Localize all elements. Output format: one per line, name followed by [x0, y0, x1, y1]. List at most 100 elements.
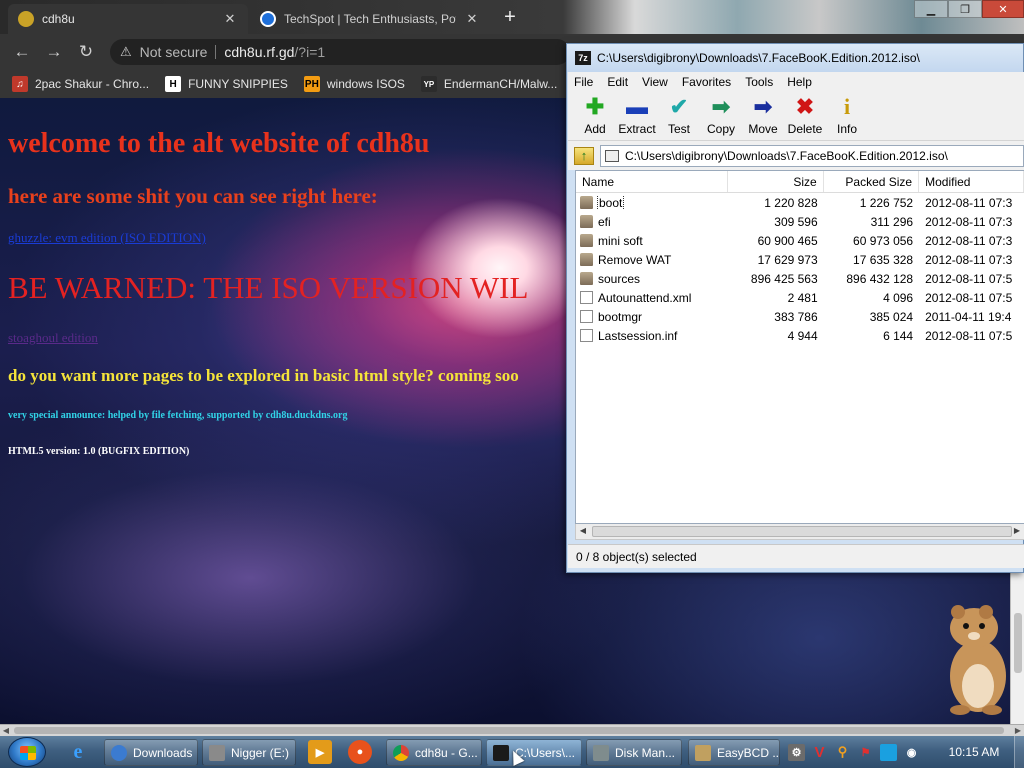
new-tab-button[interactable]: +	[500, 7, 520, 28]
more-pages-text: do you want more pages to be explored in…	[8, 366, 519, 385]
taskbar-item-disk-management[interactable]: Disk Man...	[586, 739, 682, 766]
security-label[interactable]: Not secure	[140, 44, 208, 60]
menu-edit[interactable]: Edit	[607, 75, 628, 89]
file-name: mini soft	[598, 233, 643, 248]
menu-view[interactable]: View	[642, 75, 668, 89]
column-modified[interactable]: Modified	[919, 171, 1024, 192]
page-subheading: here are some shit you can see right her…	[8, 184, 378, 208]
tab-cdh8u[interactable]: cdh8u ✕	[8, 4, 248, 34]
taskbar-item-label: Disk Man...	[615, 745, 676, 760]
7zip-title-bar[interactable]: 7z C:\Users\digibrony\Downloads\7.FaceBo…	[567, 44, 1023, 72]
delete-button[interactable]: ✖ Delete	[784, 92, 826, 140]
bookmark-windows-isos[interactable]: PH windows ISOS	[303, 76, 405, 92]
7zip-address-row: ↑ C:\Users\digibrony\Downloads\7.FaceBoo…	[568, 140, 1024, 170]
7zip-window: 7z C:\Users\digibrony\Downloads\7.FaceBo…	[566, 43, 1024, 573]
forward-arrow-icon[interactable]: →	[38, 36, 70, 68]
taskbar-item-easybcd[interactable]: EasyBCD ...	[688, 739, 780, 766]
reload-icon[interactable]: ↻	[70, 36, 102, 68]
taskbar-clock[interactable]: 10:15 AM	[936, 736, 1012, 768]
add-button[interactable]: ✚ Add	[574, 92, 616, 140]
move-label: Move	[748, 122, 778, 136]
scroll-right-icon[interactable]: ▶	[1010, 524, 1024, 538]
taskbar-item-7zip[interactable]: C:\Users\...	[486, 739, 582, 766]
menu-favorites[interactable]: Favorites	[682, 75, 731, 89]
file-list-horizontal-scrollbar[interactable]: ◀ ▶	[575, 524, 1024, 540]
tray-flag-icon[interactable]: ⚑	[857, 744, 874, 761]
tray-monitor-icon[interactable]	[880, 743, 897, 761]
menu-tools[interactable]: Tools	[745, 75, 773, 89]
bookmark-endermanch[interactable]: YP EndermanCH/Malw...	[420, 76, 557, 92]
file-size: 383 786	[774, 309, 818, 324]
close-window-icon[interactable]: ✕	[982, 0, 1024, 18]
maximize-icon[interactable]: ❐	[948, 0, 982, 18]
url-host: cdh8u.rf.gd	[224, 44, 295, 60]
file-row[interactable]: sources 896 425 563 896 432 128 2012-08-…	[576, 269, 1024, 288]
file-row[interactable]: mini soft 60 900 465 60 973 056 2012-08-…	[576, 231, 1024, 250]
tray-search-icon[interactable]: ⚲	[834, 744, 851, 761]
warning-text: BE WARNED: THE ISO VERSION WIL	[8, 270, 529, 305]
move-arrow-icon: ➡	[753, 94, 773, 119]
tab-techspot[interactable]: TechSpot | Tech Enthusiasts, Pow ✕	[250, 4, 490, 34]
bookmark-2pac[interactable]: ♫ 2pac Shakur - Chro...	[12, 76, 149, 92]
bookmark-label: windows ISOS	[326, 77, 405, 91]
info-icon: i	[843, 94, 851, 119]
info-button[interactable]: i Info	[826, 92, 868, 140]
move-button[interactable]: ➡ Move	[742, 92, 784, 140]
extract-button[interactable]: ▬ Extract	[616, 92, 658, 140]
iso-edition-link[interactable]: ghuzzle: evm edition (ISO EDITION)	[8, 230, 206, 246]
horizontal-scrollbar[interactable]: ◀ ▶	[0, 724, 1024, 736]
file-size: 1 220 828	[764, 195, 818, 210]
vertical-scrollbar[interactable]	[1010, 573, 1024, 724]
h-logo-icon: H	[165, 76, 182, 92]
file-name: Autounattend.xml	[598, 290, 692, 305]
file-size: 309 596	[774, 214, 818, 229]
file-packed-size: 896 432 128	[846, 271, 914, 286]
scroll-left-icon[interactable]: ◀	[576, 524, 590, 538]
test-button[interactable]: ✔ Test	[658, 92, 700, 140]
bookmark-funny-snippies[interactable]: H FUNNY SNIPPIES	[165, 76, 288, 92]
taskbar-item-drive[interactable]: Nigger (E:)	[202, 739, 296, 766]
media-player-icon[interactable]: ▶	[308, 740, 332, 764]
7zip-path-field[interactable]: C:\Users\digibrony\Downloads\7.FaceBooK.…	[600, 144, 1024, 167]
file-icon	[580, 291, 593, 304]
back-arrow-icon[interactable]: ←	[6, 36, 38, 68]
scrollbar-thumb[interactable]	[14, 727, 1004, 734]
file-row[interactable]: boot 1 220 828 1 226 752 2012-08-11 07:3	[576, 193, 1024, 212]
file-row[interactable]: Autounattend.xml 2 481 4 096 2012-08-11 …	[576, 288, 1024, 307]
address-bar[interactable]: ⚠ Not secure cdh8u.rf.gd/?i=1	[110, 39, 570, 65]
file-row[interactable]: Lastsession.inf 4 944 6 144 2012-08-11 0…	[576, 326, 1024, 345]
column-packed-size[interactable]: Packed Size	[824, 171, 920, 192]
close-tab-icon[interactable]: ✕	[464, 11, 480, 27]
file-name: boot	[596, 195, 625, 210]
minus-icon: ▬	[626, 94, 648, 119]
file-row[interactable]: Remove WAT 17 629 973 17 635 328 2012-08…	[576, 250, 1024, 269]
show-desktop-button[interactable]	[1014, 736, 1024, 768]
column-size[interactable]: Size	[728, 171, 824, 192]
windows-start-icon[interactable]	[8, 737, 46, 767]
file-name: sources	[598, 271, 641, 286]
file-row[interactable]: bootmgr 383 786 385 024 2011-04-11 19:4	[576, 307, 1024, 326]
taskbar-item-downloads[interactable]: Downloads	[104, 739, 198, 766]
warning-triangle-icon[interactable]: ⚠	[120, 44, 132, 60]
menu-help[interactable]: Help	[787, 75, 812, 89]
tray-app-icon[interactable]: ⚙	[788, 743, 805, 761]
internet-explorer-icon[interactable]: e	[66, 740, 90, 764]
scrollbar-thumb[interactable]	[592, 526, 1012, 537]
tray-volume-icon[interactable]: ◉	[903, 744, 920, 761]
file-row[interactable]: efi 309 596 311 296 2012-08-11 07:3	[576, 212, 1024, 231]
7zip-status-bar: 0 / 8 object(s) selected	[568, 544, 1024, 568]
folder-up-icon[interactable]: ↑	[574, 146, 594, 165]
second-edition-link[interactable]: stoaghoul edition	[8, 330, 98, 346]
taskbar-item-chrome[interactable]: cdh8u - G...	[386, 739, 482, 766]
file-modified: 2012-08-11 07:3	[925, 195, 1013, 210]
minimize-icon[interactable]: ▁	[914, 0, 948, 18]
column-name[interactable]: Name	[576, 171, 729, 192]
hamster-mascot-icon	[950, 605, 1006, 715]
tray-v-icon[interactable]: V	[811, 744, 828, 761]
menu-file[interactable]: File	[574, 75, 593, 89]
drive-icon	[209, 744, 225, 761]
copy-button[interactable]: ➡ Copy	[700, 92, 742, 140]
scrollbar-thumb[interactable]	[1014, 613, 1022, 673]
firefox-icon[interactable]: ●	[348, 740, 372, 764]
close-tab-icon[interactable]: ✕	[222, 11, 238, 27]
